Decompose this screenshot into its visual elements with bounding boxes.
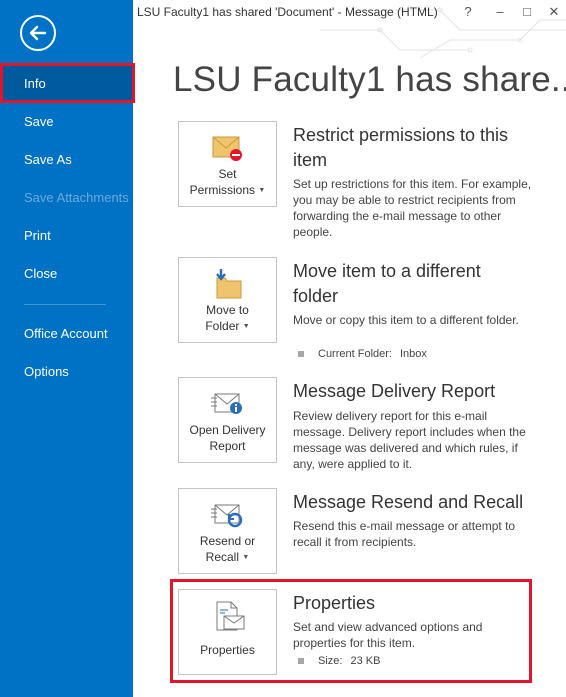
current-folder-value: Inbox xyxy=(399,348,427,360)
section-title-line: Restrict permissions to this xyxy=(293,125,509,145)
backstage-sidebar: Info Save Save As Save Attachments Print… xyxy=(0,0,133,697)
move-to-folder-label-line2: Folder xyxy=(205,319,240,333)
resend-recall-icon xyxy=(211,504,243,528)
properties-highlight-box xyxy=(170,579,532,683)
open-delivery-label-line1: Open Delivery xyxy=(189,423,266,437)
current-folder-info: Current Folder: Inbox xyxy=(298,348,427,360)
set-permissions-label-line2: Permissions xyxy=(189,183,256,197)
open-delivery-label-line2: Report xyxy=(209,439,246,453)
current-folder-label: Current Folder: xyxy=(318,348,392,360)
help-icon[interactable]: ? xyxy=(457,2,479,22)
sidebar-item-save-attachments: Save Attachments xyxy=(24,190,129,205)
bullet-icon xyxy=(298,351,304,358)
chevron-down-icon: ▼ xyxy=(242,322,250,330)
window-title: LSU Faculty1 has shared 'Document' - Mes… xyxy=(137,5,438,19)
sidebar-item-options[interactable]: Options xyxy=(0,353,133,391)
resend-recall-label-line2: Recall xyxy=(205,550,240,564)
resend-or-recall-button[interactable]: Resend or Recall ▼ xyxy=(178,488,277,574)
sidebar-divider xyxy=(24,304,106,305)
minimize-icon[interactable]: – xyxy=(489,2,511,22)
move-item-description: Move or copy this item to a different fo… xyxy=(293,313,519,327)
back-button[interactable] xyxy=(20,15,56,51)
set-permissions-label-line1: Set xyxy=(218,167,237,181)
envelope-restrict-icon xyxy=(212,136,242,161)
section-title-line: item xyxy=(293,150,328,170)
sidebar-item-print[interactable]: Print xyxy=(0,217,133,255)
sidebar-item-office-account[interactable]: Office Account xyxy=(0,315,133,353)
title-bar: LSU Faculty1 has shared 'Document' - Mes… xyxy=(133,0,566,26)
section-title-line: folder xyxy=(293,286,339,306)
sidebar-item-save[interactable]: Save xyxy=(0,103,133,141)
restrict-permissions-title: Restrict permissions to this item xyxy=(293,123,508,173)
move-to-folder-label-line1: Move to xyxy=(206,303,249,317)
delivery-report-description: Review delivery report for this e-mail m… xyxy=(293,409,526,471)
chevron-down-icon: ▼ xyxy=(242,553,250,561)
move-folder-icon xyxy=(216,269,242,299)
info-highlight-box xyxy=(0,63,135,103)
sidebar-item-close[interactable]: Close xyxy=(0,255,133,293)
section-title-line: Move item to a different xyxy=(293,261,481,281)
resend-recall-label-line1: Resend or xyxy=(199,534,256,548)
delivery-report-icon xyxy=(211,393,242,414)
chevron-down-icon: ▼ xyxy=(258,186,266,194)
resend-recall-description: Resend this e-mail message or attempt to… xyxy=(293,519,516,549)
page-title: LSU Faculty1 has share... xyxy=(173,60,566,99)
move-to-folder-button[interactable]: Move to Folder ▼ xyxy=(178,257,277,343)
back-arrow-icon xyxy=(29,25,47,41)
restrict-permissions-description: Set up restrictions for this item. For e… xyxy=(293,177,532,239)
delivery-report-title: Message Delivery Report xyxy=(293,381,496,401)
maximize-icon[interactable]: □ xyxy=(516,2,538,22)
close-icon[interactable]: ✕ xyxy=(543,2,565,22)
open-delivery-report-button[interactable]: Open Delivery Report xyxy=(178,377,277,463)
set-permissions-button[interactable]: Set Permissions ▼ xyxy=(178,121,277,207)
resend-recall-title: Message Resend and Recall xyxy=(293,492,524,512)
sidebar-item-save-as[interactable]: Save As xyxy=(0,141,133,179)
move-item-title: Move item to a different folder xyxy=(293,259,481,309)
